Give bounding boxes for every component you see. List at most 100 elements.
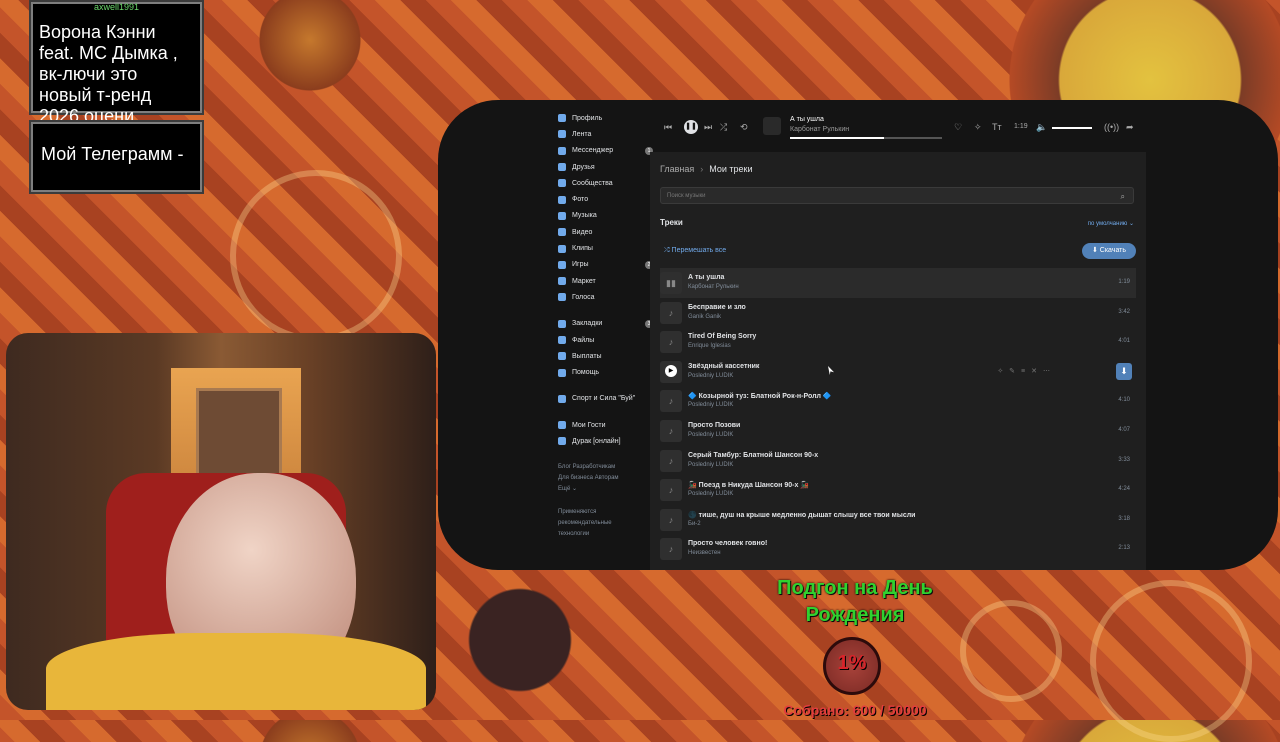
sidebar-app-guests[interactable]: Мои Гости — [558, 417, 653, 433]
sidebar-item-label: Выплаты — [572, 352, 602, 360]
sidebar-item[interactable]: Голоса — [558, 289, 653, 305]
repeat-icon[interactable]: ⟲ — [740, 122, 748, 133]
sidebar-item[interactable]: Фото — [558, 191, 653, 207]
sidebar-item[interactable]: Музыка — [558, 208, 653, 224]
telegram-box: Мой Телеграмм - — [31, 122, 202, 192]
music-note-icon[interactable]: ♪ — [660, 331, 682, 354]
track-artist[interactable]: Неизвестен — [688, 550, 721, 556]
sidebar-group[interactable]: Спорт и Сила "Буй" — [558, 391, 653, 407]
track-row[interactable]: ♪ Tired Of Being Sorry Enrique Iglesias 4:0… — [660, 327, 1136, 357]
volume-icon[interactable]: 🔈 — [1036, 122, 1047, 133]
download-button[interactable]: ⬇ Скачать — [1082, 243, 1136, 259]
music-note-icon[interactable]: ♪ — [660, 538, 682, 561]
breadcrumb-home[interactable]: Главная — [660, 164, 694, 174]
music-note-icon[interactable]: ♪ — [660, 479, 682, 502]
music-note-icon[interactable]: ♪ — [660, 301, 682, 324]
progress-bar[interactable] — [790, 137, 942, 139]
footer-links[interactable]: Блог Разработчикам — [558, 462, 653, 473]
track-artist[interactable]: Enrique Iglesias — [688, 343, 731, 349]
sidebar-item[interactable]: Закладки 3 — [558, 316, 653, 332]
broadcast-icon[interactable]: ((•)) — [1104, 122, 1119, 132]
track-artist[interactable]: Posledniy LUDIK — [688, 373, 733, 379]
sidebar-item-icon — [558, 260, 566, 269]
sidebar-item[interactable]: Игры 2 — [558, 257, 653, 273]
track-artist[interactable]: Posledniy LUDIK — [688, 491, 733, 497]
sidebar-item-label: Файлы — [572, 336, 595, 344]
sidebar-item-label: Голоса — [572, 293, 595, 301]
shuffle-all-button[interactable]: ⤮ Перемешать все — [664, 247, 726, 255]
search-input[interactable]: Поиск музыки ⌕ — [660, 187, 1134, 204]
lyrics-icon[interactable]: Тт — [992, 122, 1002, 132]
next-icon[interactable]: ⏭ — [704, 122, 712, 133]
music-note-icon[interactable]: ♪ — [660, 449, 682, 472]
prev-icon[interactable]: ⏮ — [664, 122, 672, 133]
sidebar-item[interactable]: Файлы — [558, 332, 653, 348]
sidebar-item[interactable]: Сообщества — [558, 175, 653, 191]
track-row[interactable]: ♪ Просто человек говно! Неизвестен 2:13 — [660, 534, 1136, 564]
track-title: Просто Позови — [688, 421, 741, 429]
sidebar-item-icon — [558, 336, 566, 344]
playing-bars-icon[interactable]: ▮▮ — [660, 272, 682, 294]
track-duration: 4:10 — [1118, 397, 1130, 404]
sidebar-item[interactable]: Друзья — [558, 159, 653, 175]
track-row[interactable]: ♪ Серый Тамбур: Блатной Шансон 90-х Posled… — [660, 446, 1136, 476]
download-icon[interactable]: ⬇ — [1116, 362, 1132, 380]
track-actions[interactable]: ✧✎≡✕⋯ — [997, 367, 1056, 375]
track-artist[interactable]: Карбонат Рулькин — [688, 284, 739, 290]
left-sidebar: Профиль Лента Мессенджер 1 Друзья Сообщества Ф… — [558, 110, 653, 540]
search-icon[interactable]: ⌕ — [1121, 188, 1125, 205]
sidebar-item[interactable]: Профиль — [558, 110, 653, 126]
sidebar-item-label: Мессенджер — [572, 147, 614, 155]
sidebar-app-label: Мои Гости — [572, 421, 606, 429]
sidebar-item-icon — [558, 244, 566, 253]
sidebar-item-label: Сообщества — [572, 179, 613, 187]
sidebar-app-durak[interactable]: Дурак [онлайн] — [558, 433, 653, 449]
track-row[interactable]: ♪ 🔷 Козырной туз: Блатной Рок-н-Ролл 🔷 Pos… — [660, 386, 1136, 416]
sparkle-icon[interactable]: ✧ — [974, 122, 982, 133]
track-cover — [763, 117, 781, 135]
now-playing-artist[interactable]: Карбонат Рулькин — [790, 126, 849, 133]
chat-username: axwell1991 — [93, 2, 140, 12]
track-row[interactable]: ♪ Просто Позови Posledniy LUDIK 4:07 — [660, 416, 1136, 446]
track-row[interactable]: ♪▶✧✎≡✕⋯⬇Звёздный кассетникPosledniy LUDI… — [660, 357, 1136, 387]
track-artist[interactable]: Ganik Ganik — [688, 314, 721, 320]
sidebar-item[interactable]: Мессенджер 1 — [558, 143, 653, 159]
sidebar-item[interactable]: Выплаты — [558, 348, 653, 364]
sidebar-item[interactable]: Маркет — [558, 273, 653, 289]
sidebar-item-label: Маркет — [572, 277, 596, 285]
track-artist[interactable]: Posledniy LUDIK — [688, 402, 733, 408]
track-artist[interactable]: Posledniy LUDIK — [688, 432, 733, 438]
telegram-link[interactable] — [33, 165, 200, 173]
track-row[interactable]: ♪ Бесправие и зло Ganik Ganik 3:42 — [660, 298, 1136, 328]
track-artist[interactable]: Posledniy LUDIK — [688, 462, 733, 468]
dislike-icon[interactable]: ♡ — [954, 122, 962, 133]
sidebar-item[interactable]: Лента — [558, 126, 653, 142]
donation-title: Подгон на День Рождения — [777, 577, 933, 626]
footer-links[interactable]: Для бизнеса Авторам — [558, 473, 653, 484]
music-note-icon[interactable]: ♪ — [660, 508, 682, 531]
volume-slider[interactable] — [1052, 127, 1092, 129]
track-duration: 3:33 — [1118, 456, 1130, 463]
sort-dropdown[interactable]: по умолчанию ⌄ — [1088, 220, 1134, 227]
track-artist[interactable]: Би-2 — [688, 521, 701, 527]
shuffle-icon[interactable]: ⤮ — [720, 122, 727, 133]
sidebar-item[interactable]: Помощь — [558, 364, 653, 380]
webcam-person-shirt — [46, 633, 426, 710]
pause-button[interactable]: ❚❚ — [684, 120, 698, 134]
vk-music-window: Профиль Лента Мессенджер 1 Друзья Сообщества Ф… — [438, 100, 1278, 570]
footer-note: рекомендательные — [558, 519, 612, 526]
footer-more[interactable]: Ещё ⌄ — [558, 484, 653, 495]
sidebar-item[interactable]: Видео — [558, 224, 653, 240]
player-time: 1:19 — [1014, 123, 1028, 130]
music-note-icon[interactable]: ♪ — [660, 419, 682, 442]
sidebar-item-icon — [558, 277, 566, 286]
track-row[interactable]: ♪ 🚂 Поезд в Никуда Шансон 90-х 🚂 Posledniy… — [660, 475, 1136, 505]
music-note-icon[interactable]: ♪ — [660, 390, 682, 413]
sidebar-item-icon — [558, 114, 566, 123]
track-title: 🚂 Поезд в Никуда Шансон 90-х 🚂 — [688, 482, 810, 490]
play-icon[interactable]: ▶ — [665, 364, 677, 377]
track-row[interactable]: ▮▮ А ты ушла Карбонат Рулькин 1:19 — [660, 268, 1136, 298]
track-row[interactable]: ♪ 🌑 тише, душ на крыше медленно дышат слы… — [660, 505, 1136, 535]
sidebar-item[interactable]: Клипы — [558, 240, 653, 256]
share-icon[interactable]: ➦ — [1126, 122, 1134, 133]
